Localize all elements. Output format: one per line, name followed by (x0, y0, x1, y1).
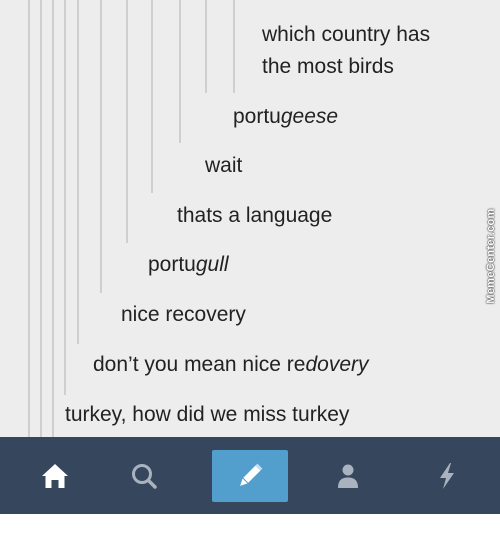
thread-line (126, 0, 128, 243)
message-italic-text: dovery (305, 353, 369, 376)
message-text: the most birds (262, 55, 394, 78)
message-text: portu (233, 105, 281, 128)
message-line: wait (205, 151, 242, 181)
home-icon (42, 463, 68, 488)
tab-bar (0, 437, 500, 514)
tab-compose[interactable] (210, 437, 290, 514)
thread-line (100, 0, 102, 293)
lightning-icon (440, 462, 454, 489)
thread-line (233, 0, 235, 93)
tab-home[interactable] (15, 437, 95, 514)
thread-line (205, 0, 207, 93)
message-line: turkey, how did we miss turkey (65, 400, 349, 430)
message-text: nice recovery (121, 303, 246, 326)
message-text: portu (148, 253, 196, 276)
watermark-text: MemeCenter.com (485, 208, 497, 304)
person-icon (338, 464, 358, 488)
thread-line (40, 0, 42, 437)
tab-search[interactable] (104, 437, 184, 514)
message-text: which country has (262, 23, 431, 46)
message-italic-text: gull (195, 253, 229, 276)
message-line: the most birds (262, 52, 394, 82)
message-line: don’t you mean nice redovery (93, 350, 369, 380)
thread-line (179, 0, 181, 143)
thread-line (77, 0, 79, 344)
thread-line (52, 0, 54, 437)
search-icon (132, 463, 157, 489)
reblog-thread: which country has the most birds portuge… (0, 0, 500, 437)
watermark: MemeCenter.com (480, 196, 500, 316)
thread-line (151, 0, 153, 193)
message-text: wait (205, 154, 243, 177)
message-line: which country has (262, 20, 430, 50)
thread-line (64, 0, 66, 395)
thread-line (28, 0, 30, 437)
message-line: portugeese (233, 102, 338, 132)
message-text: don’t you mean nice re (93, 353, 306, 376)
message-line: portugull (148, 250, 229, 280)
message-text: thats a language (177, 204, 333, 227)
tab-account[interactable] (308, 437, 388, 514)
screenshot-photo: which country has the most birds portuge… (0, 0, 500, 514)
message-italic-text: geese (280, 105, 339, 128)
message-line: thats a language (177, 201, 332, 231)
pencil-icon (240, 463, 263, 486)
message-line: nice recovery (121, 300, 246, 330)
message-text: turkey, how did we miss turkey (65, 403, 350, 426)
tab-activity[interactable] (407, 437, 487, 514)
